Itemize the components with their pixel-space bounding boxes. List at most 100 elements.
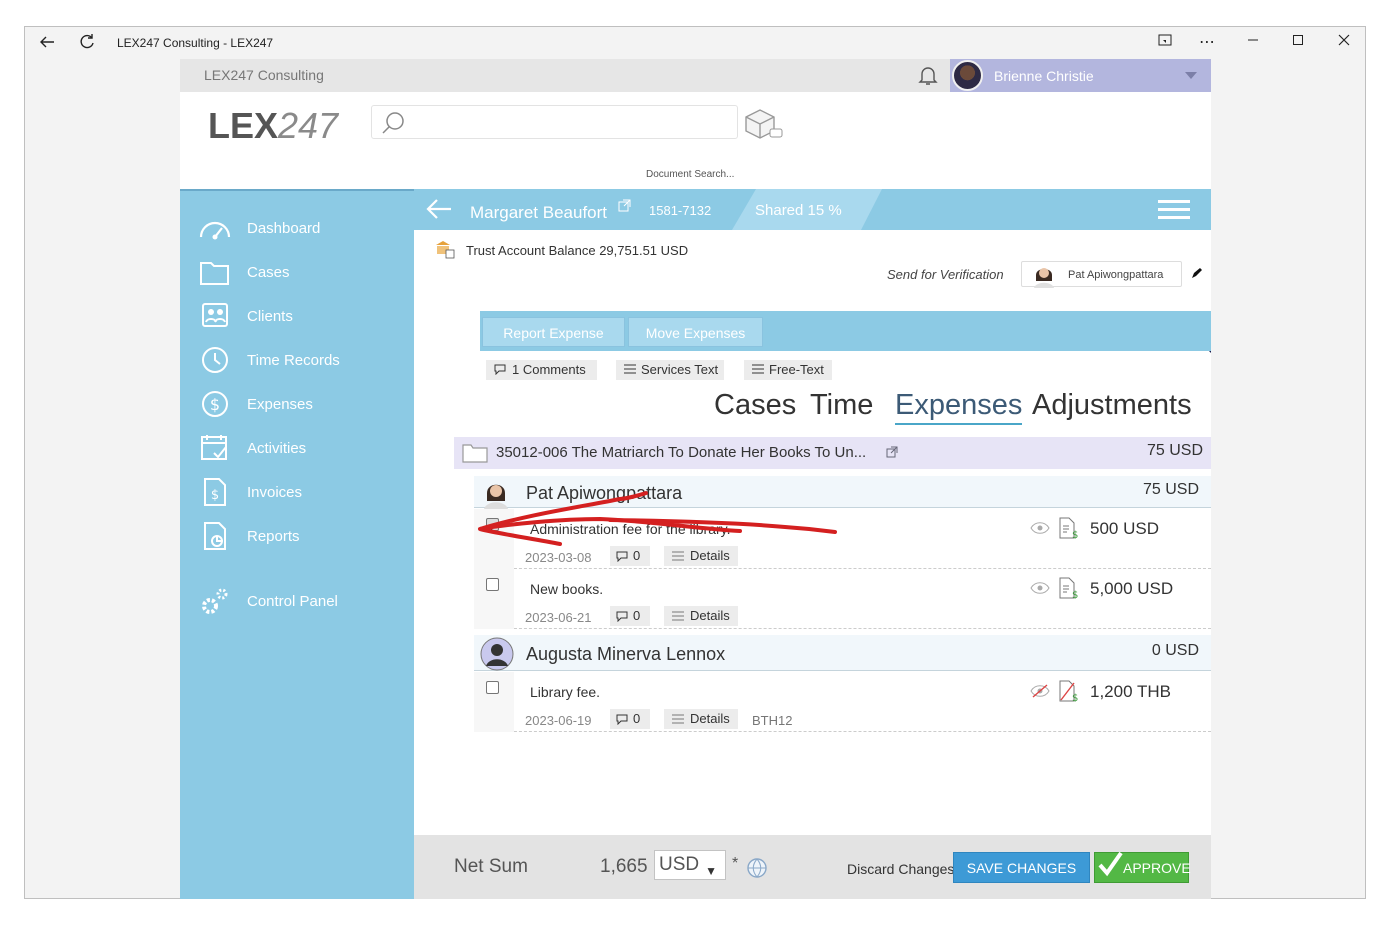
eye-icon[interactable] [1030, 581, 1050, 595]
receipt-icon[interactable]: $ [1058, 577, 1078, 601]
app-window: LEX247 Consulting - LEX247 ⋯ LEX247 Cons… [24, 26, 1366, 899]
entry-checkbox[interactable] [486, 518, 499, 531]
entry-checkbox[interactable] [486, 681, 499, 694]
services-text-chip[interactable]: Services Text [616, 360, 724, 380]
verification-person-name: Pat Apiwongpattara [1068, 269, 1164, 281]
verification-person[interactable]: Pat Apiwongpattara [1021, 261, 1182, 288]
save-changes-button[interactable]: SAVE CHANGES [953, 852, 1090, 883]
globe-icon[interactable] [746, 857, 768, 879]
clock-icon [198, 345, 232, 375]
hamburger-menu-icon[interactable] [1158, 200, 1190, 220]
report-expense-button[interactable]: Report Expense [482, 317, 625, 347]
tab-adjustments[interactable]: Adjustments [1032, 389, 1192, 422]
eye-slash-icon[interactable] [1030, 684, 1050, 698]
entry-date: 2023-06-21 [525, 610, 592, 625]
eye-icon[interactable] [1030, 521, 1050, 535]
details-button[interactable]: Details [664, 606, 738, 626]
approve-button[interactable]: APPROVE [1094, 851, 1191, 883]
details-button[interactable]: Details [664, 709, 738, 729]
discard-changes-link[interactable]: Discard Changes [847, 861, 954, 877]
entry-date: 2023-06-19 [525, 713, 592, 728]
sidebar-item-reports[interactable]: Reports [198, 519, 408, 555]
sidebar-item-label: Cases [247, 264, 290, 281]
arrow-left-icon[interactable] [424, 197, 454, 221]
back-icon[interactable] [37, 33, 57, 53]
sidebar-item-invoices[interactable]: $ Invoices [198, 475, 408, 511]
person-amount: 75 USD [1142, 481, 1199, 498]
case-header: Margaret Beaufort 1581-7132 Shared 15 % [414, 189, 1211, 230]
close-icon[interactable] [1334, 33, 1354, 53]
report-icon [198, 521, 232, 551]
window-titlebar: LEX247 Consulting - LEX247 ⋯ [25, 27, 1365, 59]
sidebar-item-time-records[interactable]: Time Records [198, 343, 408, 379]
svg-text:$: $ [210, 395, 220, 414]
shared-badge: Shared 15 % [755, 202, 842, 219]
entry-description: New books. [530, 581, 604, 597]
invoice-icon: $ [198, 477, 232, 507]
app-content: LEX247 Consulting Brienne Christie LEX24… [180, 59, 1211, 899]
chevron-down-icon: ▼ [705, 864, 717, 878]
sidebar-item-label: Control Panel [247, 593, 338, 610]
comments-button[interactable]: 0 [610, 606, 650, 626]
currency-select[interactable]: USD ▼ [654, 850, 726, 880]
sidebar-item-expenses[interactable]: $ Expenses [198, 387, 408, 423]
folder-icon [462, 443, 488, 463]
sidebar-item-control-panel[interactable]: Control Panel [198, 584, 408, 620]
sidebar-item-label: Activities [247, 440, 307, 457]
entry-checkbox[interactable] [486, 578, 499, 591]
person-row: Pat Apiwongpattara 75 USD [474, 476, 1211, 509]
pencil-icon[interactable] [1191, 266, 1203, 278]
more-icon[interactable]: ⋯ [1197, 33, 1217, 53]
package-icon[interactable] [742, 107, 784, 141]
bell-icon[interactable] [916, 63, 940, 87]
maximize-icon[interactable] [1288, 33, 1308, 53]
sidebar-item-clients[interactable]: Clients [198, 299, 408, 335]
move-expenses-button[interactable]: Move Expenses [628, 317, 763, 347]
sidebar-item-dashboard[interactable]: Dashboard [198, 211, 408, 247]
chevron-down-icon [1185, 72, 1197, 79]
person-name: Pat Apiwongpattara [526, 483, 683, 503]
tab-cases[interactable]: Cases [714, 389, 796, 422]
comments-button[interactable]: 0 [610, 709, 650, 729]
sidebar-item-label: Invoices [247, 484, 303, 501]
entry-amount: 5,000 USD [1090, 579, 1174, 598]
minimize-icon[interactable] [1243, 33, 1263, 53]
avatar [480, 477, 512, 509]
refresh-icon[interactable] [77, 33, 97, 53]
comments-button[interactable]: 0 [610, 546, 650, 566]
entry-description: Library fee. [530, 684, 601, 700]
svg-text:$: $ [1072, 590, 1078, 599]
external-link-icon[interactable] [886, 445, 898, 458]
search-hint: Document Search... [646, 169, 735, 180]
details-button[interactable]: Details [664, 546, 738, 566]
receipt-icon[interactable]: $ [1058, 517, 1078, 541]
receipt-missing-icon[interactable]: $ [1058, 680, 1078, 704]
case-number: 1581-7132 [649, 203, 712, 218]
net-sum-label: Net Sum [454, 856, 528, 877]
sidebar-item-activities[interactable]: Activities [198, 431, 408, 467]
tab-expenses[interactable]: Expenses [895, 389, 1023, 425]
user-menu[interactable]: Brienne Christie [950, 59, 1211, 92]
search-icon [380, 110, 406, 136]
cast-icon[interactable] [1155, 33, 1175, 53]
free-text-chip[interactable]: Free-Text [744, 360, 832, 380]
footer-bar: Net Sum 1,665 USD ▼ * Discard Changes SA… [414, 835, 1211, 899]
sidebar-item-cases[interactable]: Cases [198, 255, 408, 291]
net-sum-value: 1,665 [600, 856, 648, 877]
expense-entry: Library fee. 2023-06-19 0 Details BTH12 … [474, 672, 1211, 732]
case-title: 35012-006 The Matriarch To Donate Her Bo… [496, 444, 867, 461]
folder-icon [198, 257, 232, 287]
entry-amount: 1,200 THB [1090, 682, 1171, 701]
window-title: LEX247 Consulting - LEX247 [117, 36, 274, 50]
person-name: Augusta Minerva Lennox [526, 644, 726, 664]
client-name[interactable]: Margaret Beaufort [470, 203, 607, 223]
dollar-icon: $ [198, 389, 232, 419]
main-panel: Margaret Beaufort 1581-7132 Shared 15 % … [414, 189, 1211, 899]
tab-time[interactable]: Time [810, 389, 873, 422]
sidebar-item-label: Expenses [247, 396, 313, 413]
svg-text:$: $ [1072, 693, 1078, 702]
external-link-icon[interactable] [618, 199, 631, 212]
search-input[interactable] [371, 105, 738, 139]
case-row[interactable]: 35012-006 The Matriarch To Donate Her Bo… [454, 437, 1211, 469]
comments-chip[interactable]: 1 Comments [486, 360, 597, 380]
